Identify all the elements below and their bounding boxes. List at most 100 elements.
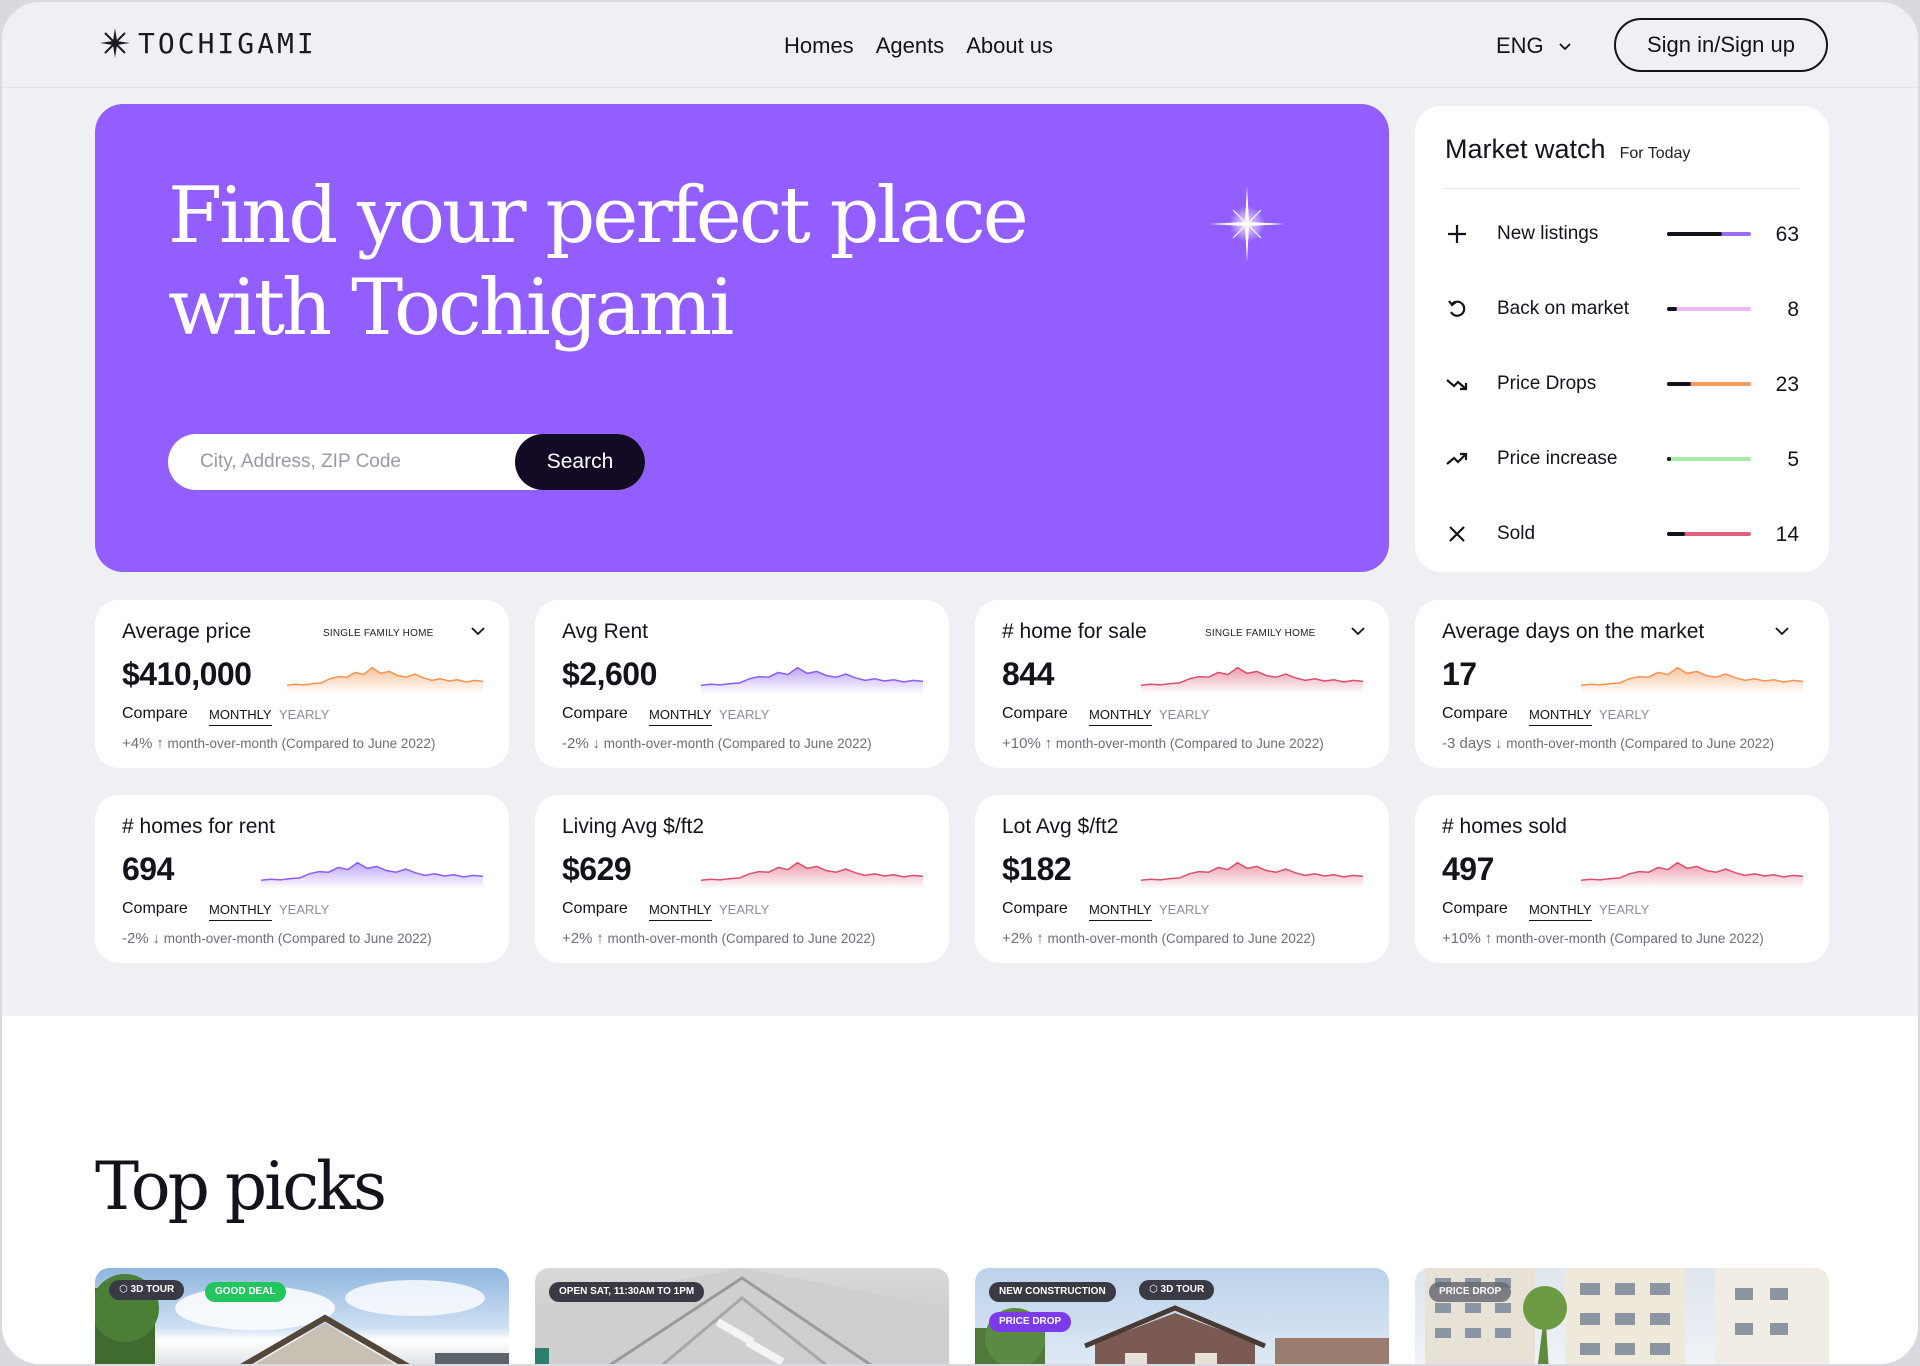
stat-title: # home for sale [1002,620,1147,643]
monthly-toggle[interactable]: MONTHLY [1529,707,1592,726]
delta-value: +10% [1442,930,1481,947]
market-row-bar-fill [1667,232,1722,236]
close-icon [1449,526,1465,542]
listing-card[interactable]: OPEN SAT, 11:30AM TO 1PM [535,1268,949,1364]
delta-arrow-icon: ↑ [1036,930,1044,947]
listing-card[interactable]: NEW CONSTRUCTION ⬡ 3D TOUR PRICE DROP [975,1268,1389,1364]
delta-value: +2% [562,930,593,947]
stat-delta: +10% ↑ month-over-month (Compared to Jun… [1442,930,1764,947]
stat-card-home-for-sale[interactable]: # home for sale SINGLE FAMILY HOME 844 C… [975,600,1389,768]
yearly-toggle[interactable]: YEARLY [1599,902,1649,917]
stat-card-avg-rent[interactable]: Avg Rent $2,600 Compare MONTHLY YEARLY -… [535,600,949,768]
signin-signup-button[interactable]: Sign in/Sign up [1614,18,1828,72]
hero-banner: Find your perfect place with Tochigami S… [95,104,1389,572]
monthly-toggle[interactable]: MONTHLY [1089,902,1152,921]
divider [1445,188,1799,189]
stat-delta: -2% ↓ month-over-month (Compared to June… [562,735,872,752]
delta-value: -3 days [1442,735,1492,752]
market-row-bar [1667,382,1751,386]
sparkline [1581,861,1803,889]
market-row-label: Back on market [1497,298,1629,319]
yearly-toggle[interactable]: YEARLY [1159,707,1209,722]
compare-label: Compare [122,705,188,722]
stat-card-days-on-market[interactable]: Average days on the market 17 Compare MO… [1415,600,1829,768]
delta-arrow-icon: ↑ [1044,735,1053,752]
stat-delta: +2% ↑ month-over-month (Compared to June… [1002,930,1315,947]
logo[interactable]: TOCHIGAMI [98,26,317,60]
monthly-toggle[interactable]: MONTHLY [649,902,712,921]
top-header: TOCHIGAMI Homes Agents About us ENG Sign… [2,2,1918,88]
market-row-new-listings[interactable]: New listings 63 [1445,214,1799,254]
monthly-toggle[interactable]: MONTHLY [1089,707,1152,726]
property-type-badge: SINGLE FAMILY HOME [1205,628,1316,639]
monthly-toggle[interactable]: MONTHLY [209,902,272,921]
compare-label: Compare [1442,900,1508,917]
undo-icon [1448,300,1466,317]
market-row-value: 63 [1775,223,1799,246]
yearly-toggle[interactable]: YEARLY [279,707,329,722]
app-window: TOCHIGAMI Homes Agents About us ENG Sign… [0,0,1920,1366]
search-input[interactable] [200,448,500,476]
delta-text: month-over-month (Compared to June 2022) [163,931,432,946]
market-row-back-on-market[interactable]: Back on market 8 [1445,289,1799,329]
search-button[interactable]: Search [515,434,645,490]
market-row-price-increase[interactable]: Price increase 5 [1445,439,1799,479]
delta-text: month-over-month (Compared to June 2022) [1047,931,1316,946]
stat-card-lot-avg[interactable]: Lot Avg $/ft2 $182 Compare MONTHLY YEARL… [975,795,1389,963]
sparkline [287,666,483,694]
monthly-toggle[interactable]: MONTHLY [1529,902,1592,921]
stat-card-homes-sold[interactable]: # homes sold 497 Compare MONTHLY YEARLY … [1415,795,1829,963]
chevron-down-icon [1559,43,1571,51]
market-watch-title: Market watch [1445,134,1606,164]
delta-arrow-icon: ↓ [152,930,160,947]
market-row-price-drops[interactable]: Price Drops 23 [1445,364,1799,404]
monthly-toggle[interactable]: MONTHLY [209,707,272,726]
delta-text: month-over-month (Compared to June 2022) [1055,736,1324,751]
market-row-bar-fill [1667,307,1678,311]
market-row-value: 5 [1787,448,1799,471]
chevron-down-icon[interactable] [1773,622,1791,640]
delta-text: month-over-month (Compared to June 2022) [603,736,872,751]
yearly-toggle[interactable]: YEARLY [1159,902,1209,917]
chevron-down-icon[interactable] [1349,622,1367,640]
monthly-toggle[interactable]: MONTHLY [649,707,712,726]
market-row-bar [1667,307,1751,311]
chevron-down-icon[interactable] [469,622,487,640]
yearly-toggle[interactable]: YEARLY [1599,707,1649,722]
stat-value: $182 [1002,851,1072,887]
yearly-toggle[interactable]: YEARLY [719,902,769,917]
stat-value: 497 [1442,851,1494,887]
listing-card[interactable]: ⬡ 3D TOUR GOOD DEAL [95,1268,509,1364]
language-selector[interactable]: ENG [1496,33,1572,59]
stat-card-homes-for-rent[interactable]: # homes for rent 694 Compare MONTHLY YEA… [95,795,509,963]
hero-title: Find your perfect place with Tochigami [168,170,1128,354]
compare-label: Compare [562,900,628,917]
nav-homes[interactable]: Homes [784,33,854,59]
sparkline [701,861,923,889]
stat-value: $629 [562,851,632,887]
tag-3d-tour: ⬡ 3D TOUR [109,1280,185,1300]
yearly-toggle[interactable]: YEARLY [719,707,769,722]
market-row-value: 23 [1775,373,1799,396]
tag-3d-tour: ⬡ 3D TOUR [1139,1280,1215,1300]
market-row-label: New listings [1497,223,1599,244]
yearly-toggle[interactable]: YEARLY [279,902,329,917]
nav-agents[interactable]: Agents [876,33,945,59]
delta-value: -2% [122,930,149,947]
listing-card[interactable]: PRICE DROP [1415,1268,1829,1364]
sparkline [261,861,483,889]
sparkline [1581,666,1803,694]
stat-title: Average price [122,620,252,643]
nav-about-us[interactable]: About us [966,33,1053,59]
delta-value: -2% [562,735,589,752]
market-row-sold[interactable]: Sold 14 [1445,514,1799,554]
trend-down-icon [1446,379,1468,391]
tag-price-drop: PRICE DROP [1429,1282,1512,1302]
stat-card-average-price[interactable]: Average price SINGLE FAMILY HOME $410,00… [95,600,509,768]
stat-delta: -3 days ↓ month-over-month (Compared to … [1442,735,1774,752]
stat-title: Avg Rent [562,620,648,643]
compare-label: Compare [122,900,188,917]
top-picks-section: Top picks ⬡ 3D TOUR GOOD DEAL OPEN SAT, … [2,1016,1918,1364]
market-row-bar [1667,532,1751,536]
stat-card-living-avg[interactable]: Living Avg $/ft2 $629 Compare MONTHLY YE… [535,795,949,963]
